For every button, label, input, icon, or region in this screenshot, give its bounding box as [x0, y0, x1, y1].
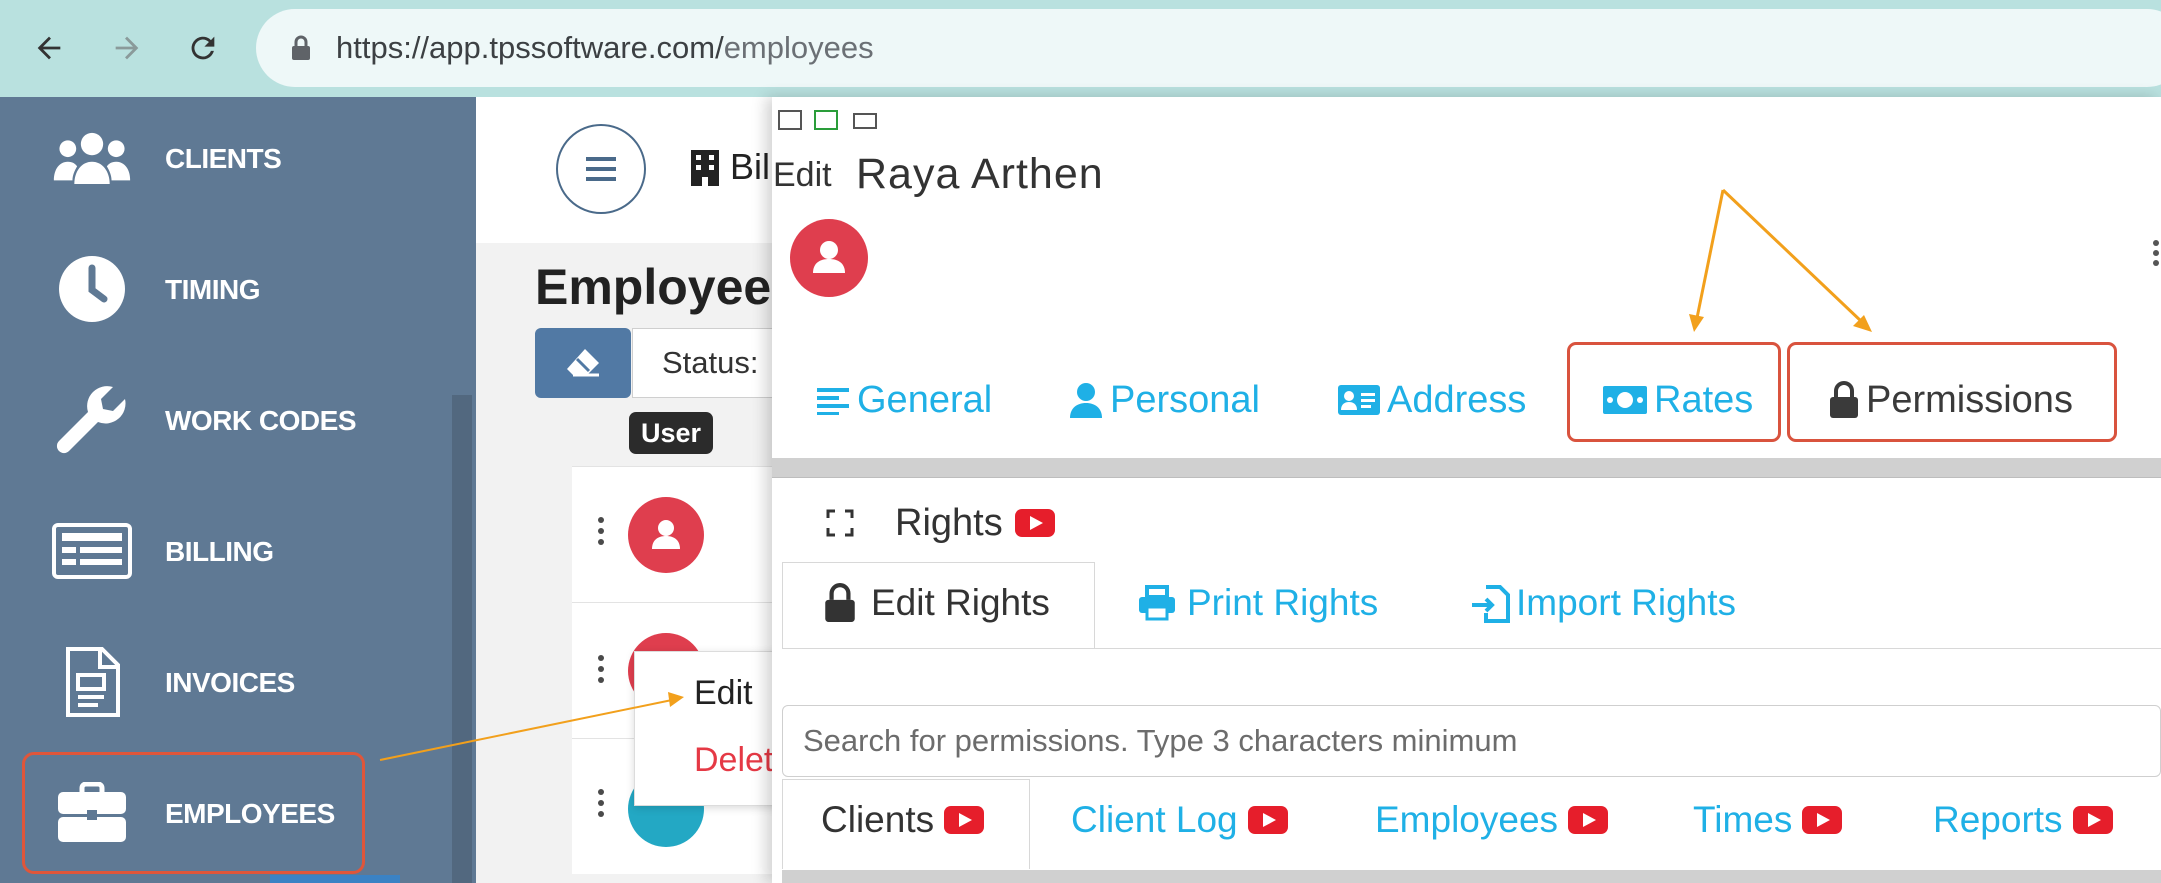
permissions-search-field[interactable] — [782, 705, 2161, 777]
users-icon — [52, 123, 132, 193]
lock-icon — [825, 583, 855, 622]
tab-reports[interactable]: Reports — [1933, 795, 2113, 845]
lock-icon — [292, 35, 310, 60]
expand-icon[interactable] — [825, 508, 855, 538]
status-label: Status: — [662, 345, 759, 380]
url-host: https://app.tpssoftware.com/ — [336, 30, 724, 65]
sidebar-label-billing: BILLING — [165, 536, 274, 567]
forward-arrow-icon[interactable] — [99, 20, 155, 76]
sidebar-item-invoices[interactable]: INVOICES — [0, 617, 452, 748]
context-edit-item[interactable]: Edit — [694, 674, 753, 713]
sidebar-label-clients: CLIENTS — [165, 143, 282, 174]
tab-divider-bar — [772, 458, 2161, 478]
invoice-icon — [52, 647, 132, 717]
user-tooltip: User — [629, 412, 713, 454]
employees-highlight-box — [22, 752, 365, 874]
billing-list-icon — [52, 516, 132, 586]
tab-client-log[interactable]: Client Log — [1071, 795, 1288, 845]
table-row[interactable] — [572, 466, 782, 602]
sidebar-label-invoices: INVOICES — [165, 667, 295, 698]
eraser-icon — [567, 349, 599, 377]
print-icon — [1139, 585, 1175, 621]
header-title: Bil — [730, 146, 771, 187]
tab-import-rights-label: Import Rights — [1516, 582, 1737, 623]
avatar — [628, 497, 704, 573]
tab-address[interactable]: Address — [1337, 368, 1526, 432]
sidebar-item-timing[interactable]: TIMING — [0, 224, 452, 355]
rights-title: Rights — [895, 501, 1003, 544]
browser-toolbar: https://app.tpssoftware.com/employees — [0, 0, 2161, 97]
employee-avatar — [790, 219, 868, 297]
back-arrow-icon[interactable] — [21, 20, 77, 76]
employee-name: Raya Arthen — [856, 150, 1104, 198]
tab-times[interactable]: Times — [1693, 795, 1843, 845]
tab-edit-rights-label: Edit Rights — [871, 582, 1050, 623]
kebab-menu-icon[interactable] — [598, 517, 606, 551]
dialog-title-prefix: Edit — [773, 156, 832, 194]
youtube-icon[interactable] — [1568, 806, 1609, 834]
tab-personal[interactable]: Personal — [1068, 368, 1260, 432]
active-indicator — [270, 875, 400, 883]
tab-times-label: Times — [1693, 799, 1793, 840]
import-icon — [1472, 585, 1510, 623]
rights-tab-underline — [782, 648, 2161, 649]
address-card-icon — [1338, 385, 1380, 415]
tab-address-label: Address — [1387, 378, 1527, 421]
minimize-window-icon[interactable] — [778, 110, 802, 130]
screen: https://app.tpssoftware.com/employees CL… — [0, 0, 2161, 883]
dialog-bottom-bar — [782, 870, 2161, 883]
sidebar-item-work-codes[interactable]: WORK CODES — [0, 355, 452, 486]
tab-edit-rights-content[interactable]: Edit Rights — [823, 575, 1050, 631]
tab-personal-label: Personal — [1110, 378, 1260, 421]
url-path: employees — [723, 30, 874, 65]
maximize-window-icon[interactable] — [814, 110, 838, 130]
sidebar-item-billing[interactable]: BILLING — [0, 486, 452, 617]
hamburger-icon — [586, 157, 616, 181]
youtube-icon[interactable] — [2072, 806, 2113, 834]
clock-icon — [52, 254, 132, 324]
youtube-icon[interactable] — [1014, 509, 1055, 537]
sidebar-item-clients[interactable]: CLIENTS — [0, 93, 452, 224]
kebab-menu-icon[interactable] — [598, 655, 606, 689]
row-context-menu: Edit Delete — [634, 651, 792, 806]
clear-filter-button[interactable] — [535, 328, 631, 398]
user-icon — [1070, 383, 1102, 418]
building-icon — [689, 148, 721, 197]
tab-clients-label: Clients — [821, 799, 935, 840]
hamburger-menu-button[interactable] — [556, 124, 646, 214]
sidebar-label-timing: TIMING — [165, 274, 261, 305]
reload-icon[interactable] — [175, 20, 231, 76]
address-bar[interactable]: https://app.tpssoftware.com/employees — [256, 9, 2161, 87]
tab-employees-label: Employees — [1375, 799, 1559, 840]
kebab-menu-icon[interactable] — [598, 789, 606, 823]
wrench-icon — [52, 385, 132, 455]
url-text: https://app.tpssoftware.com/employees — [336, 9, 874, 87]
tab-import-rights[interactable]: Import Rights — [1470, 575, 1736, 631]
dialog-more-icon[interactable] — [2153, 240, 2161, 270]
tab-clients-content[interactable]: Clients — [821, 795, 985, 845]
page-title: Employees — [535, 259, 800, 315]
permissions-search-input[interactable] — [783, 706, 2160, 776]
youtube-icon[interactable] — [944, 806, 985, 834]
tab-reports-label: Reports — [1933, 799, 2063, 840]
rates-highlight-box — [1567, 342, 1781, 442]
youtube-icon[interactable] — [1802, 806, 1843, 834]
permissions-highlight-box — [1787, 342, 2117, 442]
tab-print-rights-label: Print Rights — [1187, 582, 1379, 623]
restore-window-icon[interactable] — [853, 113, 877, 129]
tab-employees[interactable]: Employees — [1375, 795, 1609, 845]
tab-general[interactable]: General — [815, 368, 992, 432]
rights-header: Rights — [825, 498, 1055, 548]
tab-print-rights[interactable]: Print Rights — [1137, 575, 1378, 631]
align-left-icon — [817, 388, 849, 415]
tab-general-label: General — [857, 378, 993, 421]
sidebar-label-work-codes: WORK CODES — [165, 405, 357, 436]
sidebar-scrollbar[interactable] — [452, 395, 472, 883]
youtube-icon[interactable] — [1247, 806, 1288, 834]
tab-client-log-label: Client Log — [1071, 799, 1238, 840]
